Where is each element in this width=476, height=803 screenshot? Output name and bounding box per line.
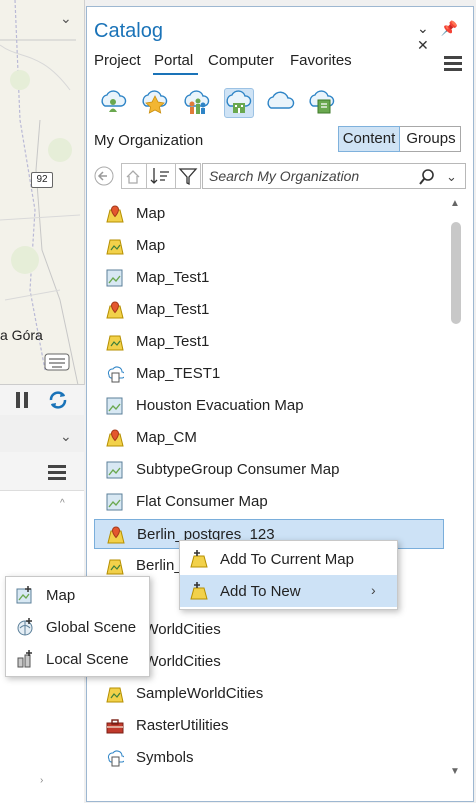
menu-item-add-to-current-map[interactable]: Add To Current Map — [180, 543, 397, 575]
list-item[interactable]: RasterUtilities — [94, 711, 444, 741]
map-icon — [106, 685, 124, 703]
list-item[interactable]: Symbols — [94, 743, 444, 773]
chevron-down-icon[interactable]: ⌄ — [60, 428, 72, 445]
list-item[interactable]: Map_Test1 — [94, 327, 444, 357]
cloud-file-icon — [106, 749, 126, 767]
toolbox-icon — [106, 717, 124, 735]
map-package-icon — [106, 493, 124, 511]
menu-item-global-scene[interactable]: Global Scene — [6, 611, 149, 643]
pin-icon[interactable]: 📌 — [441, 20, 458, 36]
active-tab-indicator — [153, 73, 198, 75]
list-item[interactable]: Map_TEST1 — [94, 359, 444, 389]
back-arrow-icon[interactable] — [94, 166, 114, 189]
add-to-new-icon — [190, 582, 208, 600]
chevron-down-icon[interactable]: ⌄ — [60, 10, 72, 27]
pane-title: Catalog — [94, 20, 163, 42]
global-scene-icon — [16, 618, 34, 636]
list-item[interactable]: Map_Test1 — [94, 263, 444, 293]
map-package-icon — [106, 397, 124, 415]
scroll-up-icon[interactable]: ▲ — [450, 198, 460, 209]
list-item[interactable]: SubtypeGroup Consumer Map — [94, 455, 444, 485]
map-package-icon — [106, 269, 124, 287]
list-item[interactable]: Map_Test1 — [94, 295, 444, 325]
section-title: My Organization — [94, 132, 204, 149]
map-view[interactable]: 92 a Góra — [0, 0, 85, 385]
my-groups-icon[interactable] — [182, 88, 212, 118]
local-scene-icon — [16, 650, 34, 668]
list-item-label: SubtypeGroup Consumer Map — [136, 461, 340, 478]
filter-icon[interactable] — [178, 166, 198, 189]
segment-groups[interactable]: Groups — [401, 126, 461, 152]
scroll-up-icon[interactable]: ^ — [60, 498, 65, 509]
submenu-arrow-icon: › — [371, 582, 376, 598]
web-map-pin-icon — [106, 205, 124, 223]
home-icon[interactable] — [124, 168, 142, 189]
list-item-label: Map_Test1 — [136, 333, 210, 350]
menu-item-local-scene[interactable]: Local Scene — [6, 643, 149, 675]
web-map-pin-icon — [106, 301, 124, 319]
chevron-down-icon[interactable]: ⌄ — [417, 20, 429, 36]
list-item-label: Map — [136, 205, 166, 222]
list-item-label: Map_Test1 — [136, 301, 210, 318]
list-item-label: SampleWorldCities — [136, 685, 264, 702]
web-map-pin-icon — [106, 429, 124, 447]
menu-icon[interactable] — [444, 55, 462, 74]
search-input[interactable]: Search My Organization — [209, 168, 359, 184]
map-icon — [106, 557, 124, 575]
list-item-label: RasterUtilities — [136, 717, 229, 734]
scrollbar-thumb[interactable] — [451, 222, 461, 324]
list-item-label: Houston Evacuation Map — [136, 397, 304, 414]
tab-favorites[interactable]: Favorites — [290, 52, 352, 69]
add-to-map-icon — [190, 550, 208, 568]
tab-portal[interactable]: Portal — [154, 52, 193, 69]
sort-icon[interactable] — [146, 164, 176, 188]
map-navigation-bar — [0, 384, 84, 415]
contents-pane-header — [0, 452, 84, 491]
list-item[interactable]: Houston Evacuation Map — [94, 391, 444, 421]
map-place-label: a Góra — [0, 327, 43, 343]
new-map-icon — [16, 586, 34, 604]
pane-controls: ⌄ 📌 ✕ — [405, 20, 476, 54]
tab-project[interactable]: Project — [94, 52, 141, 69]
scroll-down-icon[interactable]: ▼ — [450, 766, 460, 777]
web-map-pin-icon — [107, 526, 125, 544]
close-icon[interactable]: ✕ — [417, 37, 429, 53]
basemap-icon[interactable] — [44, 351, 70, 371]
list-item[interactable]: Map_CM — [94, 423, 444, 453]
tab-computer[interactable]: Computer — [208, 52, 274, 69]
map-icon — [106, 237, 124, 255]
submenu: Map Global Scene Local Scene — [5, 576, 150, 677]
my-organization-icon[interactable] — [224, 88, 254, 118]
menu-item-add-to-new[interactable]: Add To New — [180, 575, 397, 607]
list-item-label: Symbols — [136, 749, 194, 766]
menu-icon[interactable] — [48, 464, 66, 483]
list-item[interactable]: Flat Consumer Map — [94, 487, 444, 517]
list-item-label: Flat Consumer Map — [136, 493, 268, 510]
list-item[interactable]: SampleWorldCities — [94, 679, 444, 709]
list-item-label: Map_CM — [136, 429, 197, 446]
list-item-label: Map_TEST1 — [136, 365, 221, 382]
list-item-label: Berlin_ — [136, 557, 183, 574]
road-shield: 92 — [31, 172, 53, 188]
refresh-icon[interactable] — [47, 389, 69, 414]
menu-item-new-map[interactable]: Map — [6, 579, 149, 611]
favorites-icon[interactable] — [140, 88, 170, 118]
list-item-label: Map — [136, 237, 166, 254]
my-content-icon[interactable] — [98, 88, 128, 118]
living-atlas-cloud-icon[interactable] — [266, 88, 296, 118]
search-icon[interactable] — [418, 168, 436, 189]
map-icon — [106, 333, 124, 351]
segment-content[interactable]: Content — [338, 126, 400, 152]
list-item[interactable]: Map — [94, 231, 444, 261]
living-atlas-book-icon[interactable] — [308, 88, 338, 118]
chevron-down-icon[interactable]: ⌄ — [446, 169, 457, 185]
context-menu: Add To Current Map Add To New — [179, 540, 398, 610]
cloud-file-icon — [106, 365, 126, 383]
pause-icon[interactable] — [14, 391, 30, 412]
scroll-right-icon[interactable]: › — [40, 775, 43, 786]
list-item-label: Map_Test1 — [136, 269, 210, 286]
list-item[interactable]: Map — [94, 199, 444, 229]
map-package-icon — [106, 461, 124, 479]
